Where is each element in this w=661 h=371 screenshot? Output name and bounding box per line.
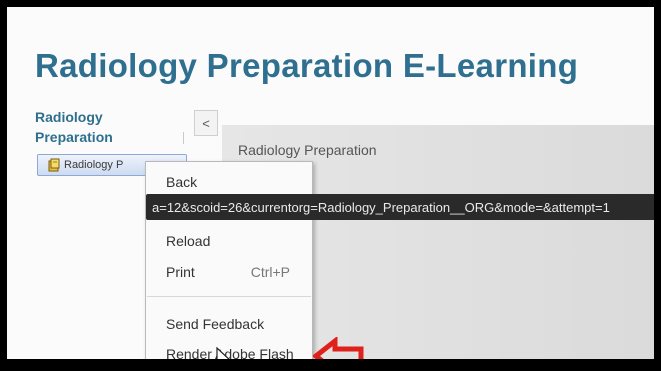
sidebar-title: Radiology Preparation — [35, 109, 113, 145]
mouse-cursor-icon — [216, 347, 230, 359]
sidebar-divider — [183, 132, 184, 144]
print-shortcut: Ctrl+P — [250, 264, 290, 280]
menu-item-back[interactable]: Back — [166, 174, 197, 190]
left-arrow-icon — [313, 337, 364, 359]
context-menu: Back Reload Print Ctrl+P Send Feedback R… — [145, 161, 313, 359]
menu-item-reload[interactable]: Reload — [166, 233, 210, 249]
book-icon — [48, 158, 60, 172]
url-tooltip: a=12&scoid=26&currentorg=Radiology_Prepa… — [146, 194, 654, 220]
menu-item-print[interactable]: Print — [166, 264, 195, 280]
content-header: Radiology Preparation — [238, 142, 377, 158]
menu-separator — [147, 296, 311, 297]
page-title: Radiology Preparation E-Learning — [35, 47, 579, 84]
tree-item-label: Radiology P — [64, 159, 124, 171]
screenshot-frame: Radiology Preparation E-Learning Radiolo… — [0, 0, 661, 371]
collapse-sidebar-button[interactable]: < — [194, 110, 218, 136]
menu-item-send-feedback[interactable]: Send Feedback — [166, 316, 264, 332]
